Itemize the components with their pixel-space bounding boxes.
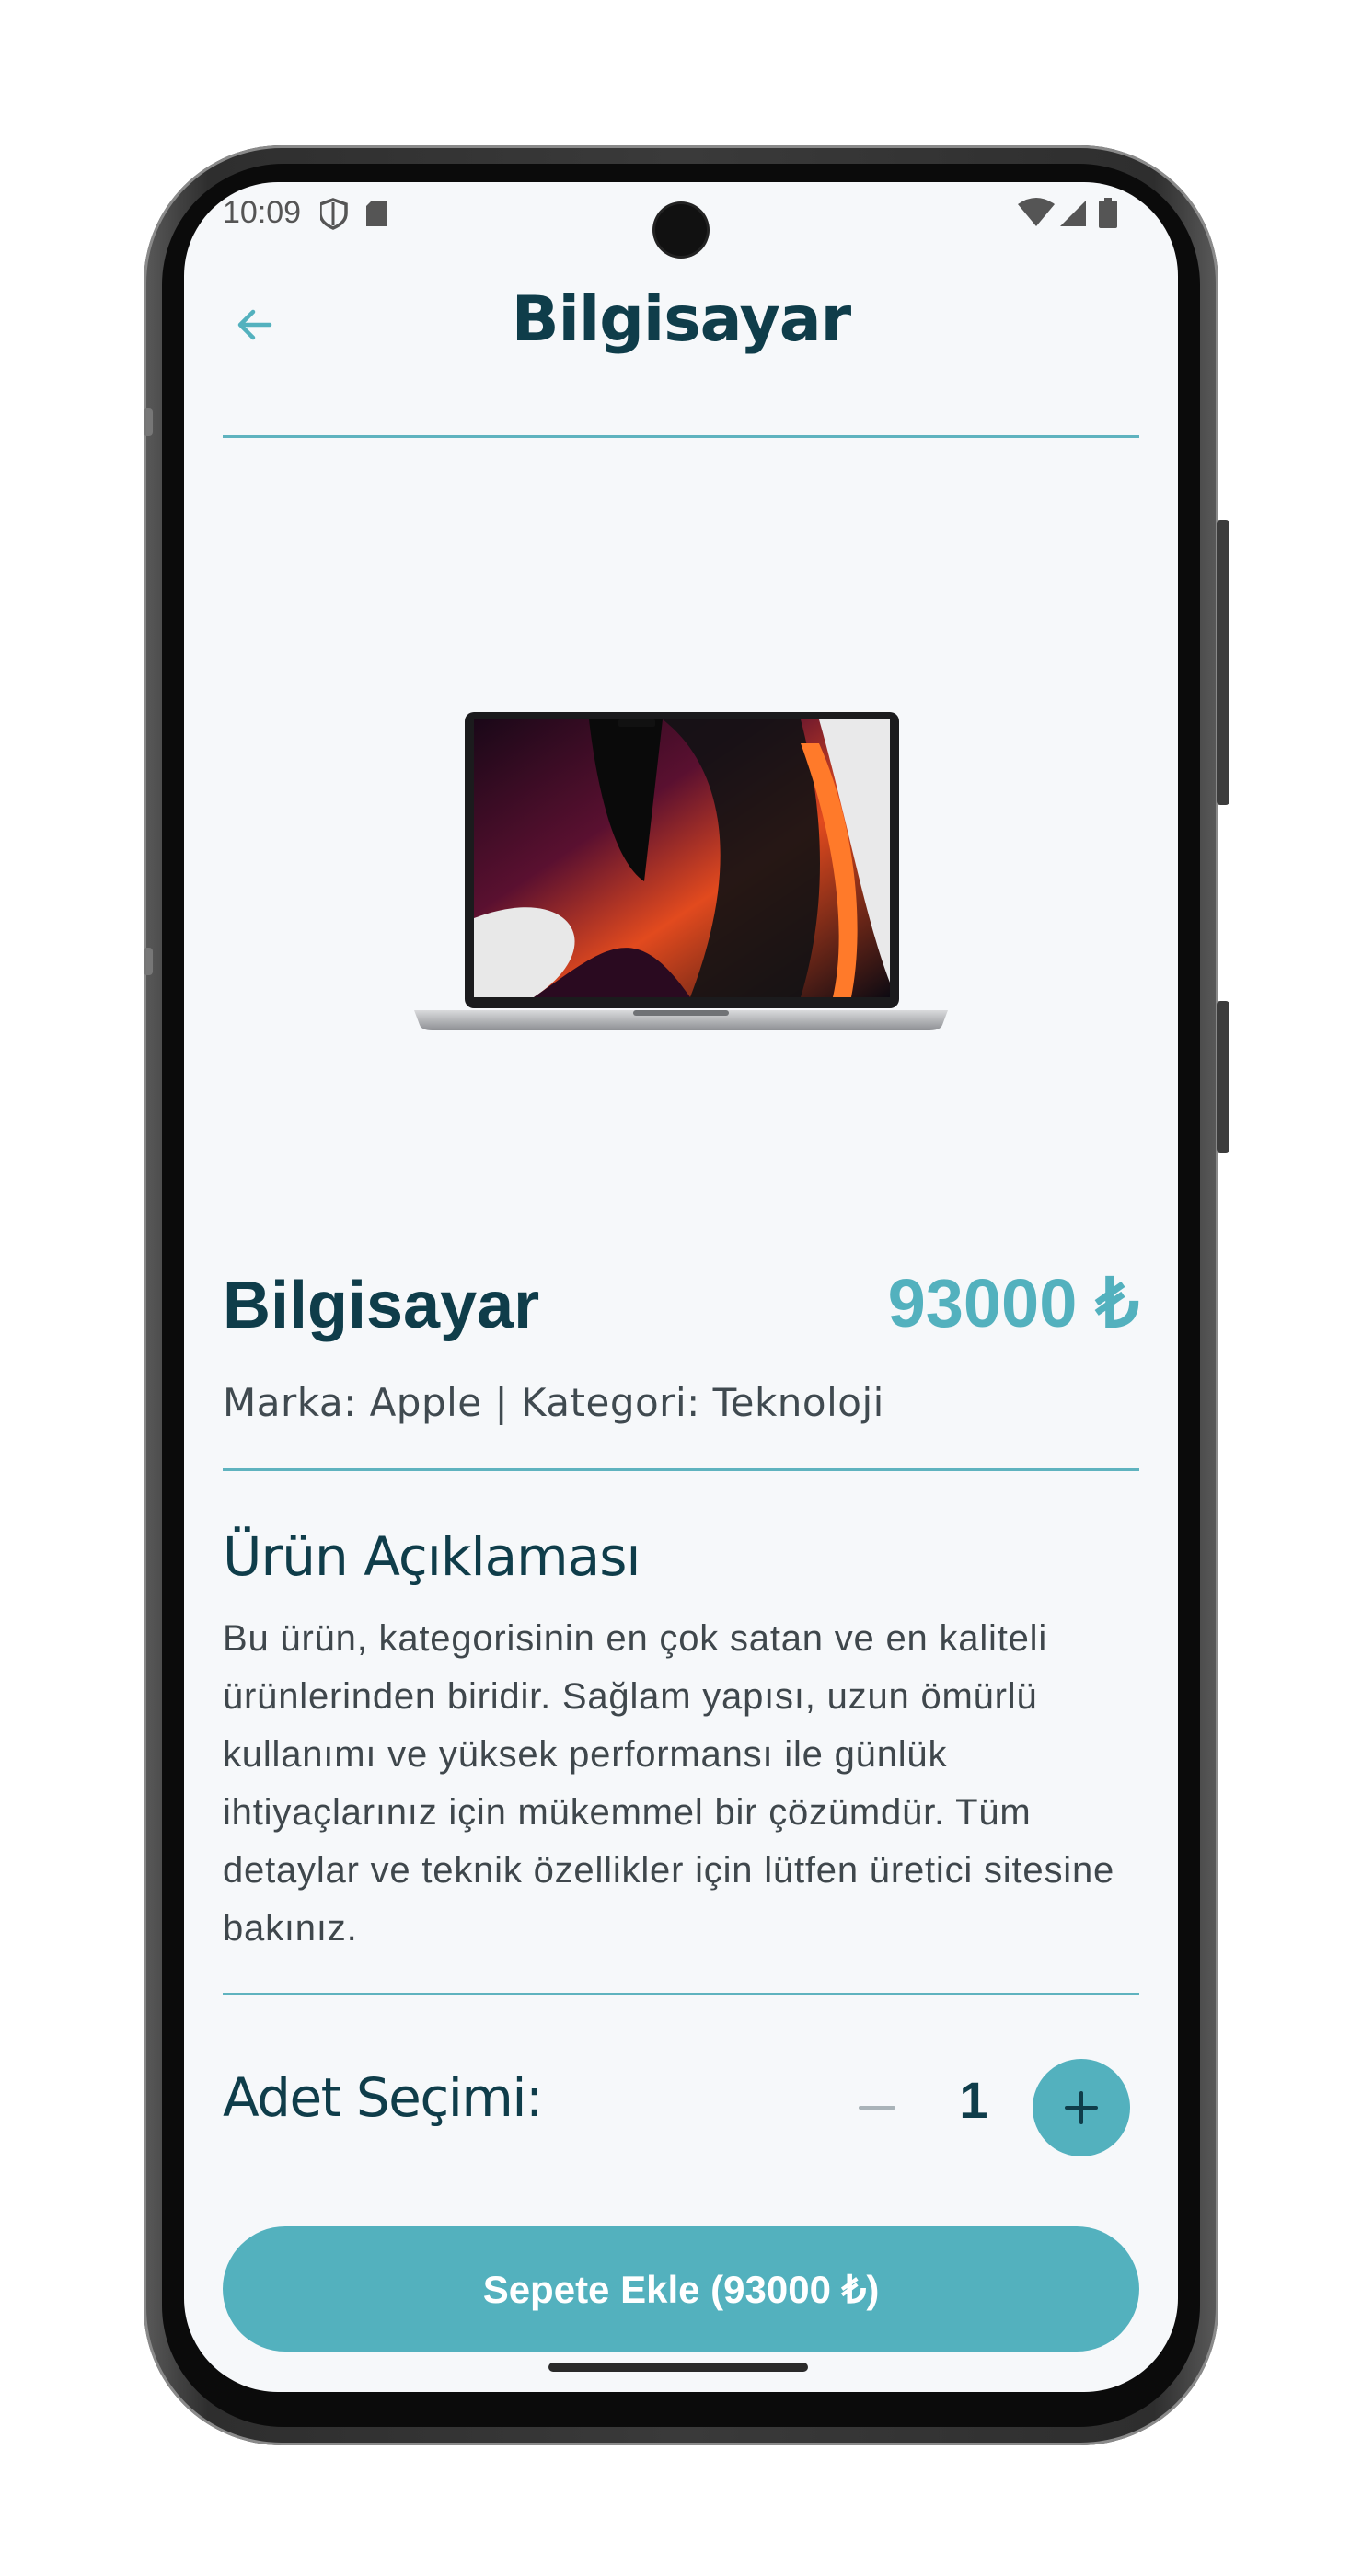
signal-icon <box>1060 201 1086 226</box>
status-bar: 10:09 <box>184 182 1178 256</box>
quantity-value: 1 <box>959 2071 988 2129</box>
frame-antenna-line <box>144 408 153 436</box>
quantity-label: Adet Seçimi: <box>223 2066 544 2129</box>
section-divider <box>223 1468 1139 1471</box>
product-price: 93000 ₺ <box>887 1265 1139 1341</box>
frame-antenna-line <box>144 948 153 975</box>
status-right-icons <box>1018 197 1119 235</box>
front-camera <box>655 204 707 256</box>
home-indicator[interactable] <box>548 2363 808 2372</box>
status-time: 10:09 <box>223 195 302 230</box>
volume-button <box>1217 520 1229 805</box>
sd-card-icon <box>366 201 387 226</box>
minus-icon <box>859 2106 895 2110</box>
plus-icon <box>1065 2091 1098 2124</box>
product-image <box>414 707 948 1038</box>
battery-icon <box>1099 198 1117 228</box>
section-divider <box>223 1993 1139 1995</box>
page-title: Bilgisayar <box>511 283 851 356</box>
header-divider <box>223 435 1139 438</box>
wifi-icon <box>1018 198 1055 226</box>
power-button <box>1217 1001 1229 1153</box>
status-left-icons <box>318 197 403 235</box>
decrease-quantity-button[interactable] <box>828 2059 926 2156</box>
shield-icon <box>318 198 348 230</box>
app-screen: 10:09 Bilgisayar Bilgisayar 93000 ₺ Mark… <box>184 182 1178 2392</box>
product-name: Bilgisayar <box>223 1269 540 1342</box>
increase-quantity-button[interactable] <box>1033 2059 1130 2156</box>
description-text: Bu ürün, kategorisinin en çok satan ve e… <box>223 1618 1115 1949</box>
product-meta: Marka: Apple | Kategori: Teknoloji <box>223 1380 884 1425</box>
add-to-cart-button[interactable]: Sepete Ekle (93000 ₺) <box>223 2226 1139 2352</box>
description-title: Ürün Açıklaması <box>223 1525 641 1588</box>
